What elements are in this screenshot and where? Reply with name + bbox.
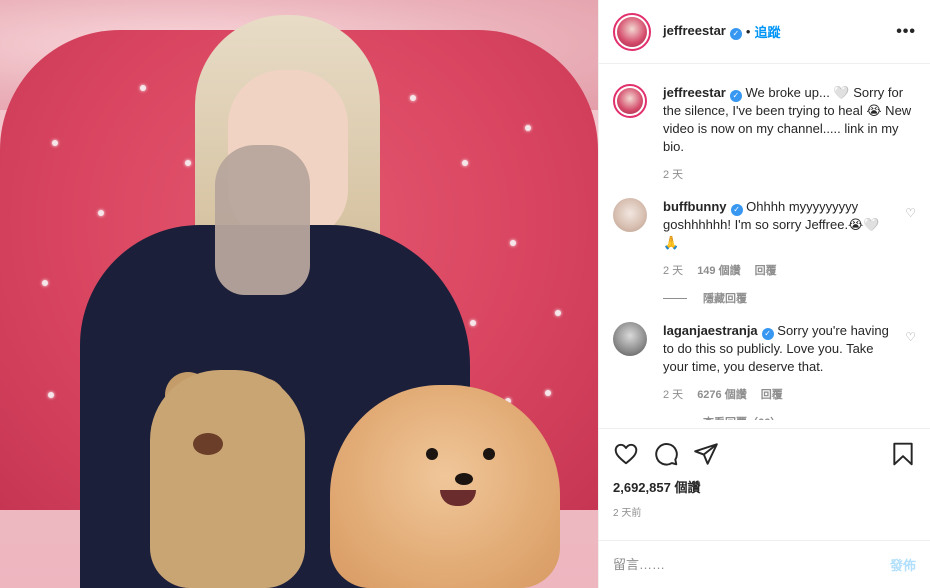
- caption: jeffreestar ✓ We broke up... 🤍 Sorry for …: [613, 84, 916, 182]
- tuft-button: [98, 210, 104, 216]
- tuft-button: [52, 140, 58, 146]
- caption-username[interactable]: jeffreestar: [663, 85, 726, 100]
- reply-button[interactable]: 回覆: [755, 262, 777, 278]
- comment-time[interactable]: 2 天: [663, 262, 683, 278]
- scroll-cutoff: [599, 420, 930, 428]
- comment-text-block: buffbunny ✓ Ohhhh myyyyyyyyy goshhhhhh! I…: [663, 198, 890, 252]
- bookmark-icon[interactable]: [890, 441, 916, 467]
- instagram-post-view: jeffreestar ✓ • 追蹤 ••• jeffreestar ✓ We br…: [0, 0, 930, 588]
- comments-list[interactable]: jeffreestar ✓ We broke up... 🤍 Sorry for …: [599, 64, 930, 428]
- tuft-button: [42, 280, 48, 286]
- commenter-username[interactable]: buffbunny: [663, 199, 727, 214]
- comment-likes[interactable]: 6276 個讚: [697, 386, 747, 402]
- comment-icon[interactable]: [653, 441, 679, 467]
- dog-nose: [455, 473, 473, 485]
- person-hand: [215, 145, 310, 295]
- caption-time[interactable]: 2 天: [663, 166, 683, 182]
- tuft-button: [410, 95, 416, 101]
- author-avatar[interactable]: [613, 12, 651, 51]
- replies-label: 隱藏回覆: [703, 293, 747, 305]
- dog-eye: [483, 448, 495, 460]
- verified-badge-icon: ✓: [729, 27, 742, 40]
- caption-meta: 2 天: [663, 166, 916, 182]
- comment-time[interactable]: 2 天: [663, 386, 683, 402]
- comment-item: laganjaestranja ✓ Sorry you're having to …: [613, 322, 916, 428]
- posted-time[interactable]: 2 天前: [613, 504, 916, 519]
- more-options-icon[interactable]: •••: [896, 23, 916, 41]
- action-bar: [613, 441, 916, 467]
- dog-eye: [426, 448, 438, 460]
- teddy-bear-nose: [193, 433, 223, 455]
- tuft-button: [525, 125, 531, 131]
- verified-badge-icon: ✓: [761, 328, 774, 340]
- post-actions-area: 2,692,857 個讚 2 天前: [599, 428, 930, 540]
- verified-badge-icon: ✓: [730, 204, 743, 216]
- tuft-button: [462, 160, 468, 166]
- post-photo[interactable]: [0, 0, 598, 588]
- tuft-button: [510, 240, 516, 246]
- caption-avatar[interactable]: [613, 84, 647, 118]
- commenter-avatar[interactable]: [613, 198, 647, 232]
- tuft-button: [48, 392, 54, 398]
- post-header: jeffreestar ✓ • 追蹤 •••: [599, 0, 930, 64]
- comment-like-heart-icon[interactable]: ♡: [905, 330, 916, 344]
- separator-dot: •: [745, 24, 751, 39]
- comment-input[interactable]: [613, 557, 890, 572]
- post-sidebar: jeffreestar ✓ • 追蹤 ••• jeffreestar ✓ We br…: [598, 0, 930, 588]
- comment-item: buffbunny ✓ Ohhhh myyyyyyyyy goshhhhhh! I…: [613, 198, 916, 306]
- add-comment-bar: 發佈: [599, 540, 930, 588]
- replies-line: [663, 297, 687, 299]
- comment-text-block: laganjaestranja ✓ Sorry you're having to …: [663, 322, 890, 376]
- comment-meta: 2 天 149 個讚 回覆: [663, 262, 890, 278]
- commenter-username[interactable]: laganjaestranja: [663, 323, 758, 338]
- tuft-button: [140, 85, 146, 91]
- author-username-wrap: jeffreestar ✓: [663, 23, 742, 40]
- tuft-button: [470, 320, 476, 326]
- caption-text-block: jeffreestar ✓ We broke up... 🤍 Sorry for …: [663, 84, 916, 156]
- tuft-button: [555, 310, 561, 316]
- commenter-avatar[interactable]: [613, 322, 647, 356]
- follow-button[interactable]: 追蹤: [754, 22, 780, 41]
- heart-icon[interactable]: [613, 441, 639, 467]
- post-comment-button[interactable]: 發佈: [890, 555, 916, 574]
- comment-meta: 2 天 6276 個讚 回覆: [663, 386, 890, 402]
- comment-like-heart-icon[interactable]: ♡: [905, 206, 916, 220]
- paper-plane-icon[interactable]: [693, 441, 719, 467]
- reply-button[interactable]: 回覆: [761, 386, 783, 402]
- comment-likes[interactable]: 149 個讚: [697, 262, 740, 278]
- pomeranian-dog: [330, 385, 560, 588]
- hide-replies-button[interactable]: 隱藏回覆: [663, 290, 890, 306]
- teddy-bear: [150, 370, 305, 588]
- likes-count[interactable]: 2,692,857 個讚: [613, 477, 916, 496]
- author-username[interactable]: jeffreestar: [663, 23, 726, 38]
- verified-badge-icon: ✓: [729, 90, 742, 102]
- tuft-button: [545, 390, 551, 396]
- tuft-button: [185, 160, 191, 166]
